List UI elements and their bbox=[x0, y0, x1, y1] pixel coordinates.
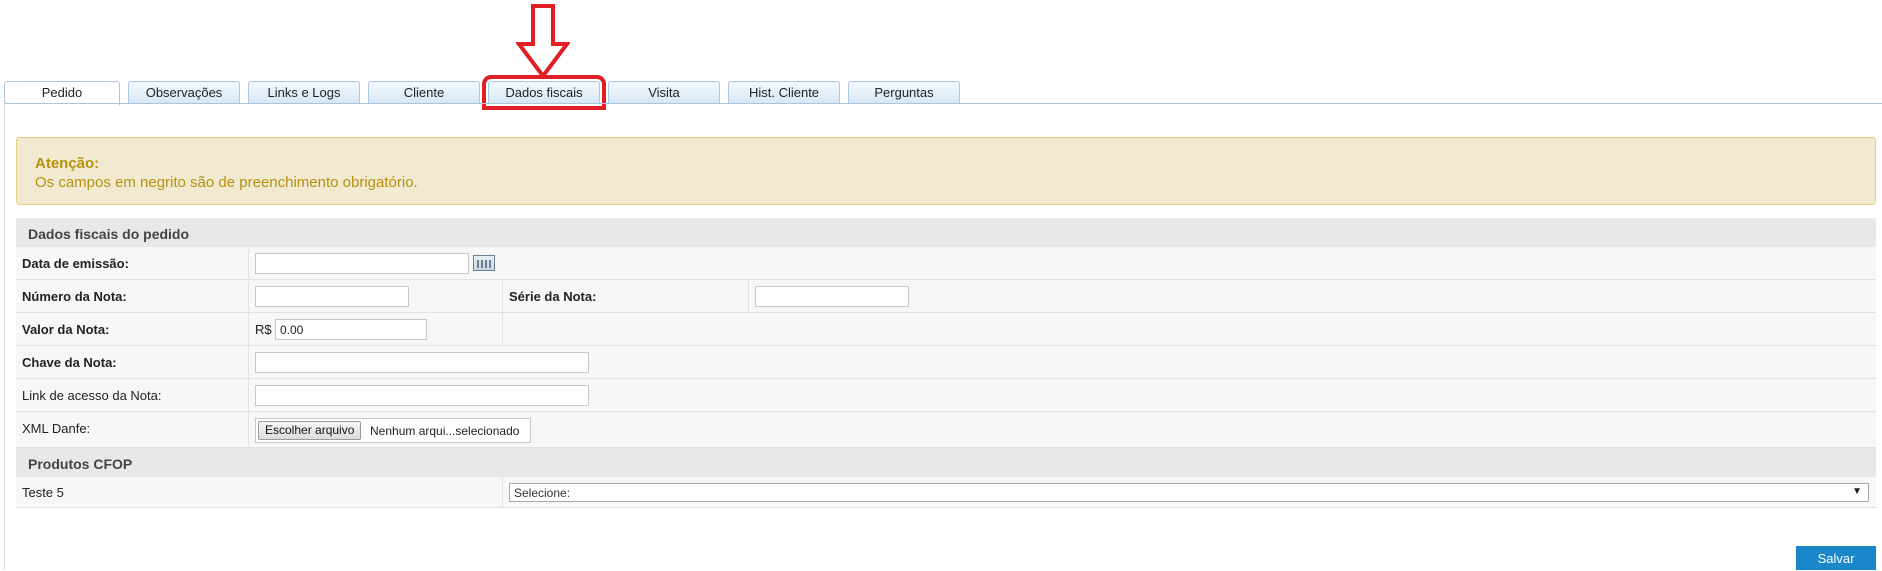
row-produto-cfop: Teste 5 Selecione: ▼ bbox=[16, 477, 1876, 508]
cfop-select-value: Selecione: bbox=[514, 486, 571, 500]
annotation-arrow-icon bbox=[516, 4, 570, 80]
link-nota-input[interactable] bbox=[255, 385, 589, 406]
numero-nota-input[interactable] bbox=[255, 286, 409, 307]
alert-title: Atenção: bbox=[35, 155, 100, 172]
required-fields-alert: Atenção: Os campos em negrito são de pre… bbox=[16, 137, 1876, 205]
row-chave-nota: Chave da Nota: bbox=[16, 346, 1876, 379]
label-numero-nota: Número da Nota: bbox=[22, 289, 127, 304]
label-valor-nota: Valor da Nota: bbox=[22, 322, 110, 337]
currency-prefix: R$ bbox=[255, 322, 272, 337]
panel-border bbox=[4, 103, 5, 570]
row-numero-serie: Número da Nota: Série da Nota: bbox=[16, 280, 1876, 313]
xml-danfe-file-input[interactable]: Escolher arquivo Nenhum arqui...selecion… bbox=[255, 418, 531, 443]
tab-links-e-logs[interactable]: Links e Logs bbox=[248, 81, 360, 104]
tab-pedido[interactable]: Pedido bbox=[4, 81, 120, 105]
label-link-nota: Link de acesso da Nota: bbox=[22, 388, 162, 403]
row-valor-nota: Valor da Nota: R$ bbox=[16, 313, 1876, 346]
tab-observacoes[interactable]: Observações bbox=[128, 81, 240, 104]
tab-visita[interactable]: Visita bbox=[608, 81, 720, 104]
row-xml-danfe: XML Danfe: Escolher arquivo Nenhum arqui… bbox=[16, 412, 1876, 448]
tab-dados-fiscais[interactable]: Dados fiscais bbox=[482, 75, 606, 110]
product-name: Teste 5 bbox=[22, 485, 64, 500]
chave-nota-input[interactable] bbox=[255, 352, 589, 373]
row-link-nota: Link de acesso da Nota: bbox=[16, 379, 1876, 412]
tab-hist-cliente[interactable]: Hist. Cliente bbox=[728, 81, 840, 104]
tab-divider bbox=[4, 103, 1882, 104]
section-title-produtos-cfop: Produtos CFOP bbox=[16, 448, 1876, 477]
cfop-select[interactable]: Selecione: ▼ bbox=[509, 483, 1869, 502]
tab-perguntas[interactable]: Perguntas bbox=[848, 81, 960, 104]
tab-bar: Pedido Observações Links e Logs Cliente … bbox=[4, 75, 968, 110]
save-button[interactable]: Salvar bbox=[1796, 546, 1876, 570]
data-emissao-input[interactable] bbox=[255, 253, 469, 274]
row-data-emissao: Data de emissão: bbox=[16, 247, 1876, 280]
file-status-text: Nenhum arqui...selecionado bbox=[370, 424, 520, 438]
serie-nota-input[interactable] bbox=[755, 286, 909, 307]
valor-nota-input[interactable] bbox=[275, 319, 427, 340]
label-serie-nota: Série da Nota: bbox=[509, 289, 597, 304]
choose-file-button[interactable]: Escolher arquivo bbox=[258, 421, 362, 440]
alert-message: Os campos em negrito são de preenchiment… bbox=[35, 174, 418, 191]
calendar-icon[interactable] bbox=[473, 255, 495, 271]
label-xml-danfe: XML Danfe: bbox=[22, 421, 91, 436]
label-chave-nota: Chave da Nota: bbox=[22, 355, 117, 370]
tab-cliente[interactable]: Cliente bbox=[368, 81, 480, 104]
chevron-down-icon: ▼ bbox=[1852, 486, 1862, 497]
section-title-dados-fiscais: Dados fiscais do pedido bbox=[16, 218, 1876, 247]
label-data-emissao: Data de emissão: bbox=[22, 256, 129, 271]
